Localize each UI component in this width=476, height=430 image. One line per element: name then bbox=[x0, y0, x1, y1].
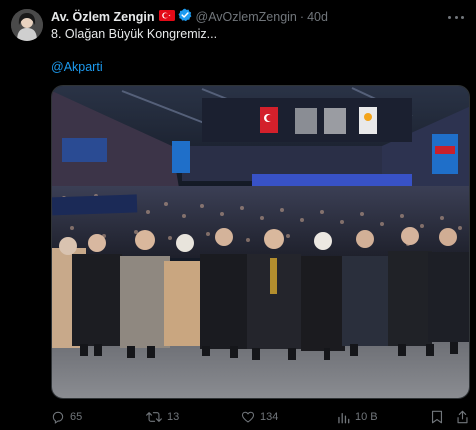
heart-icon bbox=[241, 410, 255, 424]
mention-link[interactable]: @Akparti bbox=[51, 59, 103, 75]
separator-dot: · bbox=[299, 10, 305, 24]
retweet-count: 13 bbox=[167, 411, 180, 423]
retweet-button[interactable]: 13 bbox=[146, 408, 179, 426]
share-icon bbox=[456, 410, 469, 424]
turkey-flag-icon bbox=[158, 9, 175, 25]
verified-badge-icon bbox=[178, 8, 192, 26]
views-button[interactable]: 10 B bbox=[337, 408, 378, 426]
views-chart-icon bbox=[337, 411, 350, 424]
reply-button[interactable]: 65 bbox=[51, 408, 82, 426]
views-count: 10 B bbox=[355, 411, 378, 423]
tweet-header: Av. Özlem Zengin @AvOzlemZengin · 40d bbox=[51, 8, 328, 26]
like-count: 134 bbox=[260, 411, 279, 423]
bookmark-icon bbox=[431, 410, 443, 424]
retweet-icon bbox=[146, 410, 162, 424]
tweet-card[interactable]: Av. Özlem Zengin @AvOzlemZengin · 40d 8.… bbox=[0, 0, 476, 430]
like-button[interactable]: 134 bbox=[241, 408, 278, 426]
more-options-icon[interactable] bbox=[448, 10, 464, 24]
author-name[interactable]: Av. Özlem Zengin bbox=[51, 9, 155, 25]
bookmark-button[interactable] bbox=[431, 408, 443, 426]
tweet-text: 8. Olağan Büyük Kongremiz... bbox=[51, 27, 218, 41]
reply-count: 65 bbox=[70, 411, 83, 423]
tweet-action-bar: 65 13 134 10 B bbox=[51, 408, 470, 426]
reply-icon bbox=[51, 410, 65, 424]
share-button[interactable] bbox=[456, 408, 469, 426]
tweet-photo[interactable] bbox=[51, 85, 470, 399]
avatar[interactable] bbox=[11, 9, 43, 41]
author-handle[interactable]: @AvOzlemZengin bbox=[196, 9, 297, 25]
tweet-timestamp[interactable]: 40d bbox=[307, 9, 328, 25]
